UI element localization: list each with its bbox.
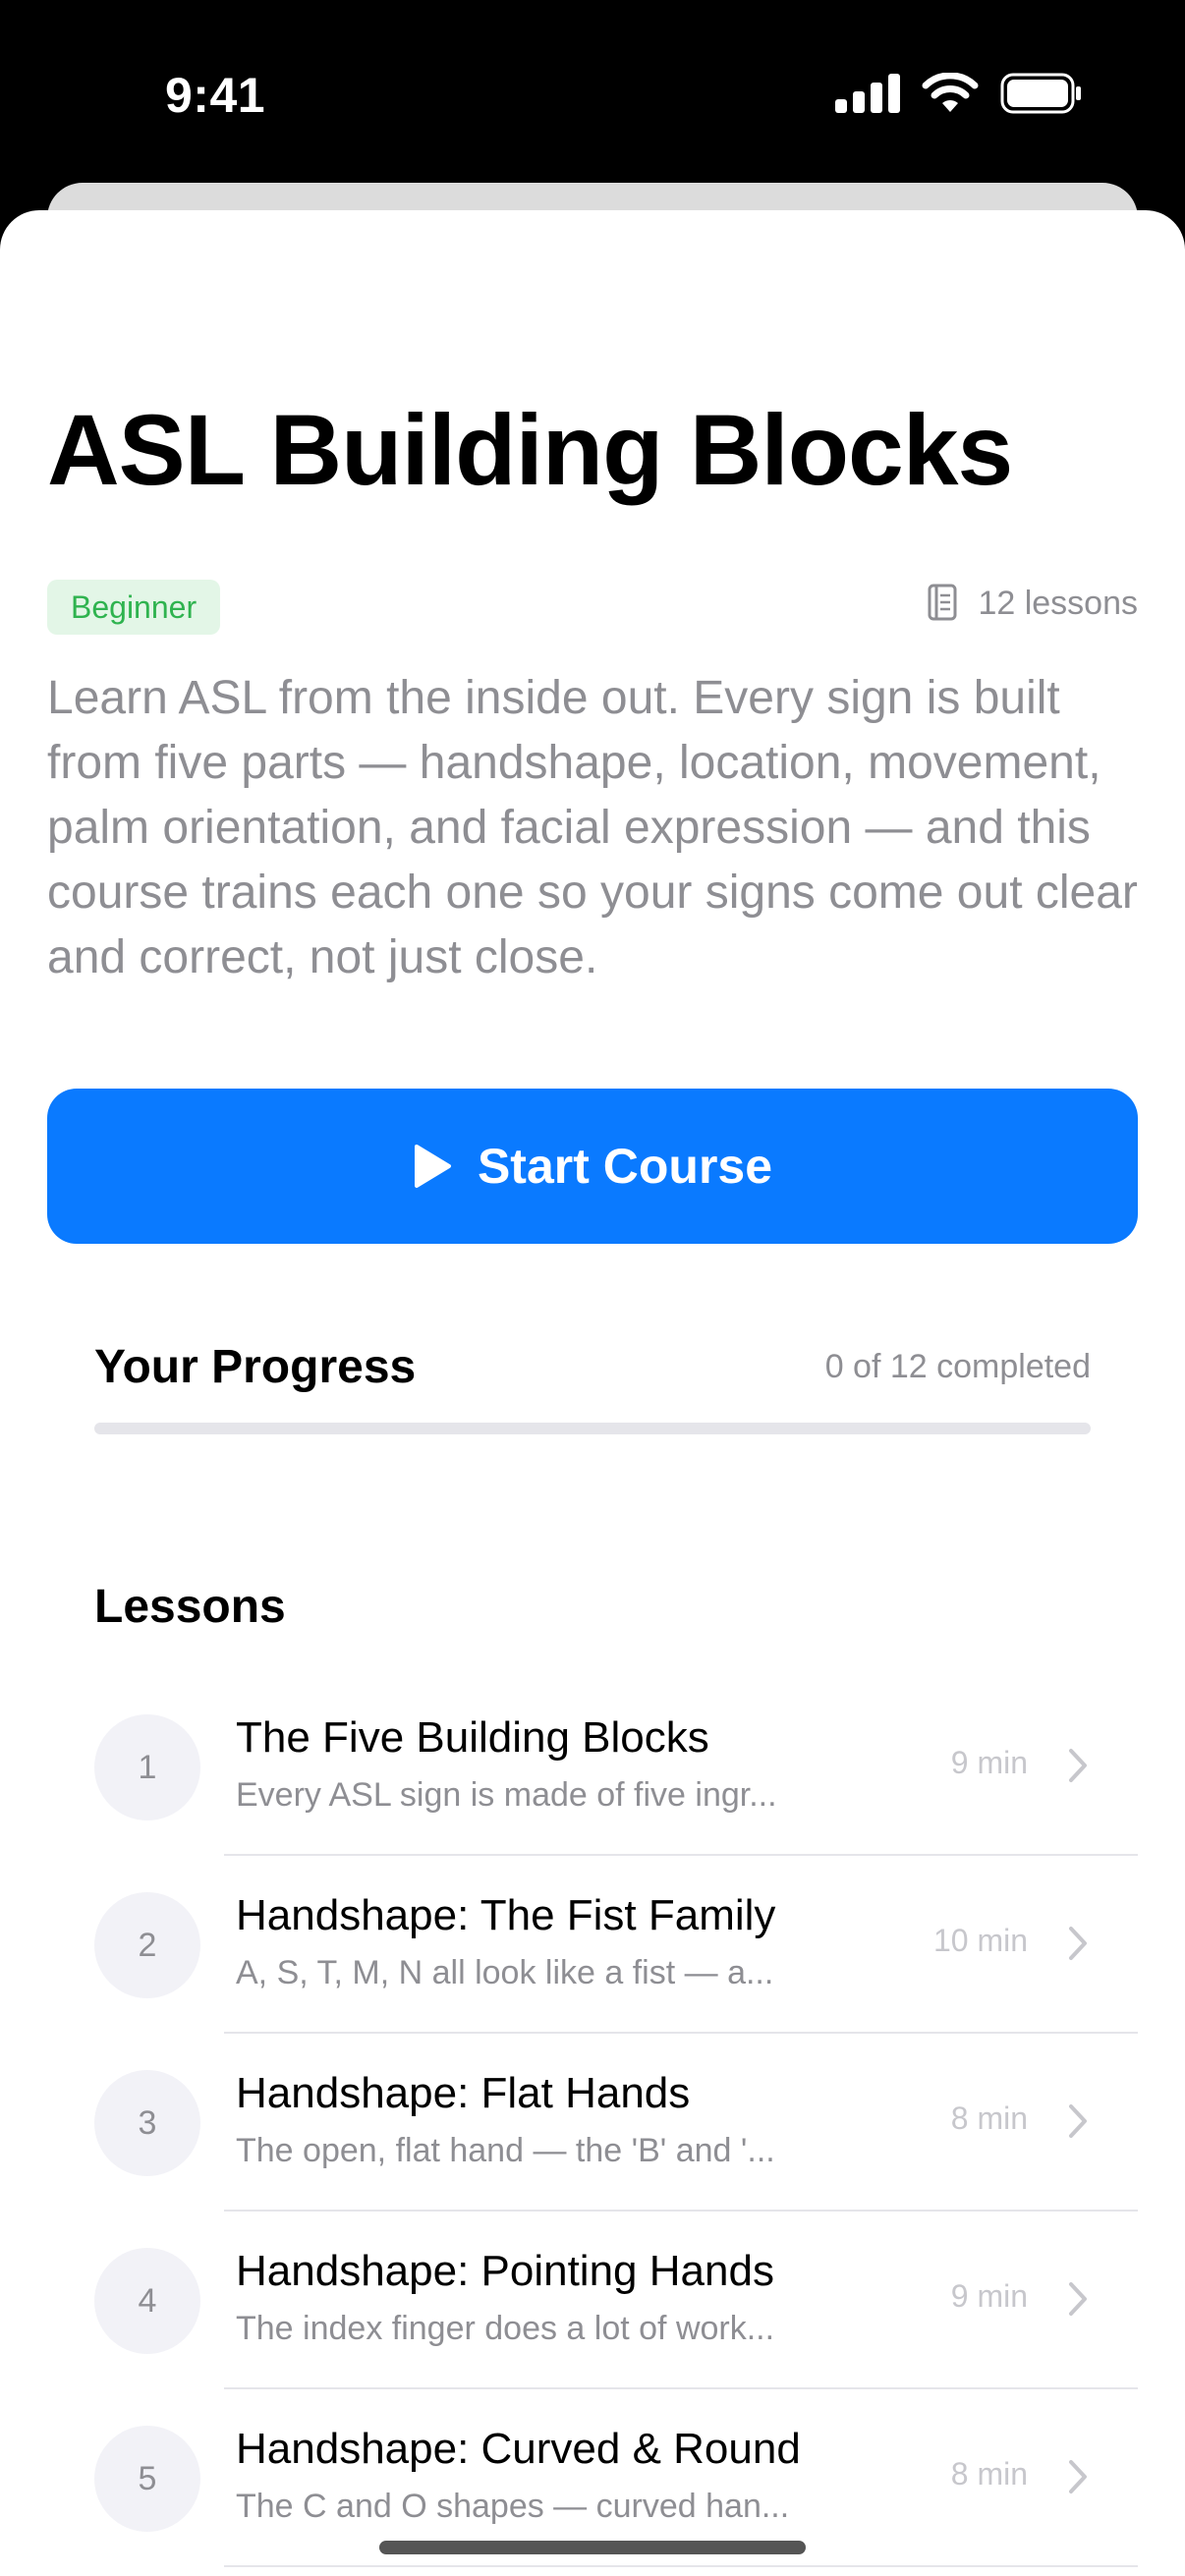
lesson-number: 5 — [94, 2426, 200, 2532]
progress-title: Your Progress — [94, 1341, 417, 1393]
status-bar: 9:41 — [0, 0, 1185, 187]
lesson-title: Handshape: Pointing Hands — [236, 2247, 774, 2295]
cellular-signal-icon — [835, 74, 900, 113]
course-title: ASL Building Blocks — [47, 394, 1013, 506]
course-sheet: ASL Building Blocks Beginner 12 lessons … — [0, 210, 1185, 2576]
lesson-subtitle: The open, flat hand — the 'B' and '... — [236, 2132, 775, 2169]
lesson-duration: 9 min — [950, 2278, 1028, 2314]
lesson-title: Handshape: The Fist Family — [236, 1891, 776, 1939]
lesson-title: Handshape: Flat Hands — [236, 2069, 691, 2117]
lesson-count-label: 12 lessons — [978, 584, 1138, 622]
book-icon — [928, 584, 957, 621]
lesson-subtitle: The C and O shapes — curved han... — [236, 2488, 790, 2525]
lesson-count: 12 lessons — [927, 584, 1138, 623]
lesson-duration: 9 min — [950, 1745, 1028, 1780]
lesson-subtitle: Every ASL sign is made of five ingr... — [236, 1776, 777, 1814]
divider — [224, 2565, 1138, 2567]
lesson-title: The Five Building Blocks — [236, 1713, 709, 1762]
lesson-duration: 8 min — [950, 2100, 1028, 2136]
lesson-duration: 8 min — [950, 2456, 1028, 2492]
lesson-list: 1 The Five Building Blocks Every ASL sig… — [0, 1678, 1185, 2567]
start-course-label: Start Course — [477, 1139, 773, 1194]
lesson-subtitle: The index finger does a lot of work... — [236, 2310, 775, 2347]
lesson-row[interactable]: 3 Handshape: Flat Hands The open, flat h… — [0, 2034, 1185, 2212]
course-description: Learn ASL from the inside out. Every sig… — [47, 672, 1138, 983]
status-icons — [835, 73, 1083, 114]
chevron-right-icon — [1069, 1749, 1087, 1782]
lesson-row[interactable]: 1 The Five Building Blocks Every ASL sig… — [0, 1678, 1185, 1856]
wifi-icon — [922, 73, 979, 112]
lesson-number: 4 — [94, 2248, 200, 2354]
play-icon — [414, 1145, 451, 1188]
home-indicator — [379, 2541, 806, 2554]
lesson-title: Handshape: Curved & Round — [236, 2425, 801, 2473]
chevron-right-icon — [1069, 2104, 1087, 2138]
lesson-row[interactable]: 4 Handshape: Pointing Hands The index fi… — [0, 2212, 1185, 2389]
lesson-row[interactable]: 2 Handshape: The Fist Family A, S, T, M,… — [0, 1856, 1185, 2034]
lesson-subtitle: A, S, T, M, N all look like a fist — a..… — [236, 1954, 774, 1991]
lesson-number: 1 — [94, 1714, 200, 1820]
progress-status: 0 of 12 completed — [824, 1348, 1091, 1385]
lesson-number: 3 — [94, 2070, 200, 2176]
chevron-right-icon — [1069, 2282, 1087, 2316]
lesson-number: 2 — [94, 1892, 200, 1998]
progress-bar — [94, 1423, 1091, 1434]
battery-icon — [1000, 73, 1081, 114]
chevron-right-icon — [1069, 2460, 1087, 2493]
status-time: 9:41 — [165, 68, 266, 123]
level-badge: Beginner — [47, 580, 221, 635]
start-course-button[interactable]: Start Course — [47, 1089, 1138, 1244]
lesson-duration: 10 min — [932, 1923, 1028, 1958]
chevron-right-icon — [1069, 1927, 1087, 1960]
lessons-heading: Lessons — [94, 1581, 286, 1633]
